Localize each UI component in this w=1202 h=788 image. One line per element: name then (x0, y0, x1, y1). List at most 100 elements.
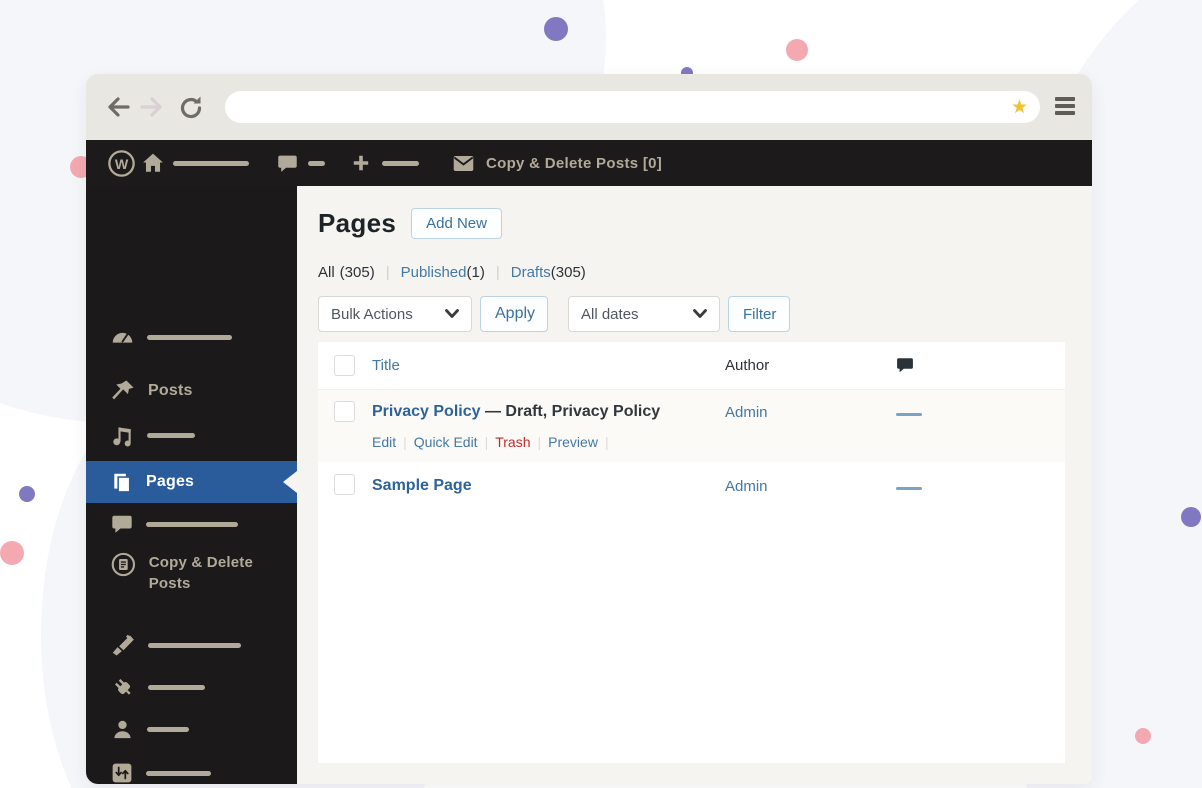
author-link[interactable]: Admin (725, 404, 768, 421)
envelope-icon (452, 152, 475, 175)
status-filter-links: All(305) | Published(1) | Drafts(305) (318, 264, 586, 281)
column-header-author: Author (725, 357, 769, 374)
users-label-placeholder (147, 727, 189, 732)
filter-all-link[interactable]: All(305) (318, 264, 375, 281)
site-home-menu[interactable] (142, 140, 164, 186)
media-music-note-icon (111, 424, 134, 447)
forward-arrow-icon (142, 99, 160, 115)
dashboard-gauge-icon (111, 326, 134, 349)
new-label-placeholder (382, 161, 419, 166)
dashboard-label-placeholder (147, 335, 232, 340)
apply-button[interactable]: Apply (480, 296, 548, 332)
sidebar-item-appearance[interactable] (86, 628, 297, 662)
paintbrush-icon (111, 633, 135, 657)
page-link-sample-page[interactable]: Sample Page (372, 477, 472, 495)
site-name-placeholder (173, 161, 249, 166)
stacked-pages-icon (111, 471, 133, 493)
wp-logo-menu[interactable]: W (108, 140, 135, 186)
sidebar-item-label: Copy & Delete Posts (149, 552, 297, 594)
table-row: Sample Page Admin (318, 462, 1065, 518)
media-label-placeholder (147, 433, 195, 438)
column-header-title[interactable]: Title (372, 357, 400, 374)
sidebar-item-pages[interactable]: Pages (86, 461, 297, 503)
filter-drafts-link[interactable]: Drafts(305) (511, 264, 586, 281)
bulk-actions-select[interactable]: Bulk Actions (318, 296, 472, 332)
menu-bar (1055, 111, 1075, 115)
page-background: ★ W (0, 0, 1202, 788)
page-title: Pages (318, 208, 396, 239)
active-item-arrow (283, 471, 297, 493)
table-row: Privacy Policy — Draft, Privacy Policy A… (318, 390, 1065, 462)
sidebar-item-posts[interactable]: Posts (86, 374, 297, 408)
back-button[interactable] (106, 94, 132, 120)
import-export-box-icon (111, 762, 133, 784)
circled-document-icon (111, 552, 136, 577)
wp-admin-bar: W Copy & Delete Posts [0] (86, 140, 1092, 186)
filter-separator: | (386, 264, 390, 281)
chevron-down-icon (445, 309, 459, 319)
new-content-menu[interactable] (351, 140, 371, 186)
table-header-row: Title Author (318, 342, 1065, 390)
row-actions: Edit | Quick Edit | Trash | Preview | (372, 434, 616, 450)
action-separator: | (485, 434, 489, 450)
menu-bar (1055, 97, 1075, 101)
sidebar-item-media[interactable] (86, 418, 297, 452)
pushpin-icon (111, 379, 135, 403)
quick-edit-link[interactable]: Quick Edit (414, 434, 478, 450)
sidebar-item-users[interactable] (86, 712, 297, 746)
refresh-button[interactable] (177, 94, 203, 120)
decor-dot-pink (0, 541, 24, 565)
comment-bubble-icon (896, 356, 914, 374)
plugins-label-placeholder (148, 685, 205, 690)
page-link-privacy-policy[interactable]: Privacy Policy (372, 403, 481, 420)
comment-bubble-icon (111, 513, 133, 535)
sidebar-item-comments[interactable] (86, 507, 297, 541)
person-icon (111, 718, 134, 741)
comment-count-placeholder (308, 161, 325, 166)
dates-filter-select[interactable]: All dates (568, 296, 720, 332)
back-arrow-icon (110, 99, 128, 115)
wordpress-logo-icon: W (108, 150, 135, 177)
sidebar-item-label: Posts (148, 382, 193, 400)
appearance-label-placeholder (148, 643, 241, 648)
row-checkbox[interactable] (334, 474, 355, 495)
chevron-down-icon (693, 309, 707, 319)
decor-dot-pink (1135, 728, 1151, 744)
copy-delete-posts-menu[interactable] (452, 140, 475, 186)
sidebar-item-copy-delete-posts[interactable]: Copy & Delete Posts (86, 546, 297, 602)
tools-label-placeholder (146, 771, 211, 776)
home-icon (142, 152, 164, 174)
bookmark-star-icon[interactable]: ★ (1011, 98, 1028, 117)
decor-dot-purple (19, 486, 35, 502)
plus-icon (351, 153, 371, 173)
preview-link[interactable]: Preview (548, 434, 598, 450)
row-checkbox[interactable] (334, 401, 355, 422)
sidebar-item-plugins[interactable] (86, 670, 297, 704)
sidebar-item-dashboard[interactable] (86, 320, 297, 354)
author-link[interactable]: Admin (725, 478, 768, 495)
comments-menu[interactable] (277, 140, 298, 186)
trash-link[interactable]: Trash (495, 434, 530, 450)
decor-dot-pink (786, 39, 808, 61)
select-all-checkbox[interactable] (334, 355, 355, 376)
column-header-comments-icon (896, 356, 914, 374)
forward-button[interactable] (138, 94, 164, 120)
browser-menu-button[interactable] (1055, 96, 1075, 116)
svg-text:W: W (115, 156, 129, 172)
sidebar-item-tools[interactable] (86, 756, 297, 784)
url-address-bar[interactable]: ★ (225, 91, 1040, 123)
copy-delete-posts-menu-label[interactable]: Copy & Delete Posts [0] (486, 140, 662, 186)
action-separator: | (605, 434, 609, 450)
action-separator: | (403, 434, 407, 450)
edit-link[interactable]: Edit (372, 434, 396, 450)
filter-separator: | (496, 264, 500, 281)
filter-button[interactable]: Filter (728, 296, 790, 332)
decor-dot-purple (544, 17, 568, 41)
pages-screen: Pages Add New All(305) | Published(1) | … (297, 186, 1092, 784)
decor-dot-purple (1181, 507, 1201, 527)
filter-published-link[interactable]: Published(1) (401, 264, 485, 281)
plug-icon (111, 675, 135, 699)
add-new-button[interactable]: Add New (411, 208, 502, 239)
sidebar-item-label: Pages (146, 473, 194, 491)
comments-bubble-icon (277, 153, 298, 174)
